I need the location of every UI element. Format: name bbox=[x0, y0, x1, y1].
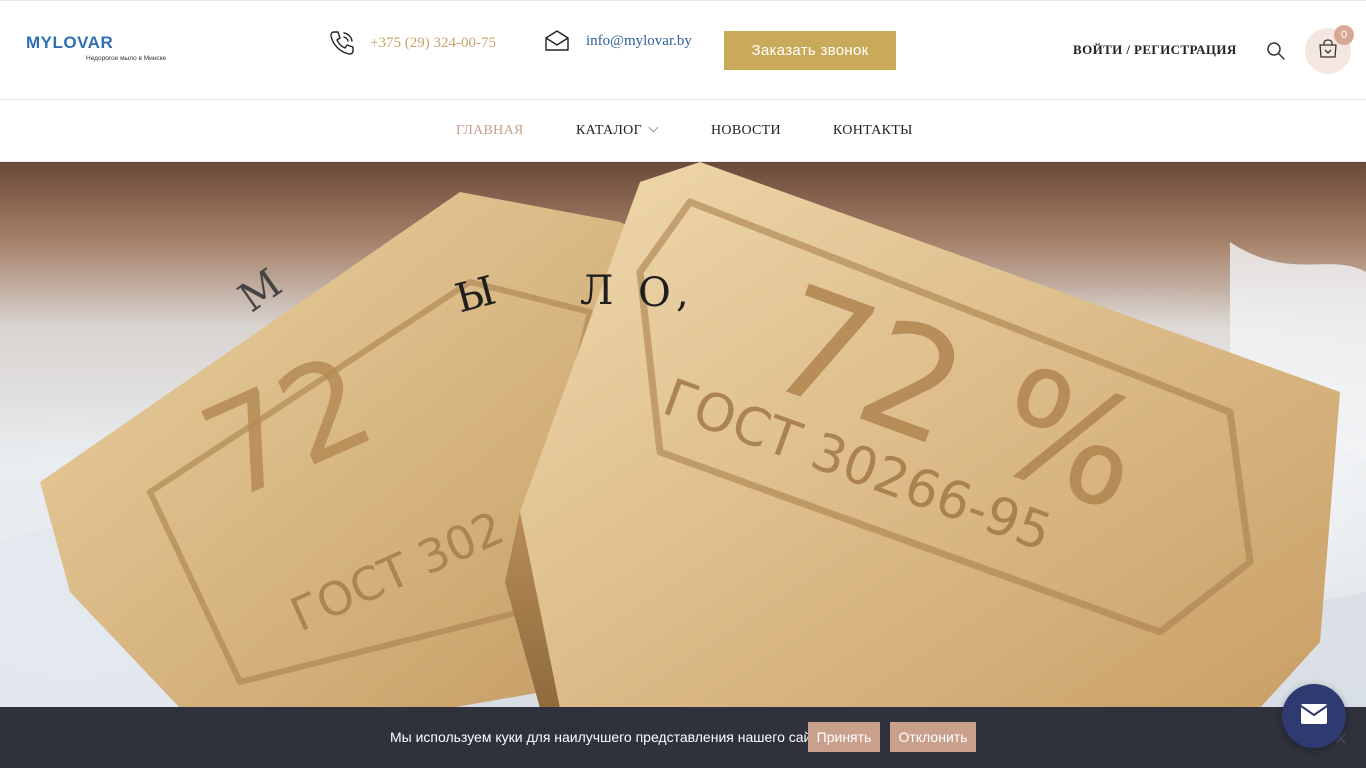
logo-title: MYLOVAR bbox=[26, 33, 114, 52]
nav-item-catalog-label: КАТАЛОГ bbox=[576, 123, 642, 138]
email-address[interactable]: info@mylovar.by bbox=[586, 33, 692, 50]
login-register-link[interactable]: ВОЙТИ / РЕГИСТРАЦИЯ bbox=[1073, 42, 1237, 58]
hero-banner: 72 ГОСТ 302 72 % ГОСТ 30266-95 М Ы Л О , bbox=[0, 162, 1366, 708]
nav-item-contacts[interactable]: КОНТАКТЫ bbox=[833, 123, 913, 139]
cart-count-badge: 0 bbox=[1334, 25, 1354, 45]
nav-item-home[interactable]: ГЛАВНАЯ bbox=[456, 123, 524, 139]
nav-item-news[interactable]: НОВОСТИ bbox=[711, 123, 781, 139]
cart-icon bbox=[1318, 38, 1338, 64]
site-header: MYLOVAR Недорогое мыло в Минске +375 (29… bbox=[0, 0, 1366, 100]
hero-soap-image: 72 ГОСТ 302 72 % ГОСТ 30266-95 bbox=[0, 162, 1366, 708]
phone-number[interactable]: +375 (29) 324-00-75 bbox=[370, 35, 496, 52]
order-call-button[interactable]: Заказать звонок bbox=[724, 31, 896, 70]
cookie-text: Мы используем куки для наилучшего предст… bbox=[390, 729, 830, 745]
search-icon[interactable] bbox=[1266, 41, 1286, 66]
cookie-banner: Мы используем куки для наилучшего предст… bbox=[0, 707, 1366, 768]
logo-subtitle: Недорогое мыло в Минске bbox=[86, 55, 167, 62]
hero-letter-4: О bbox=[638, 270, 671, 316]
chevron-down-icon bbox=[648, 122, 659, 133]
cookie-decline-button[interactable]: Отклонить bbox=[890, 722, 976, 752]
phone-icon bbox=[328, 29, 356, 57]
envelope-icon bbox=[1300, 703, 1328, 730]
mail-icon bbox=[544, 29, 570, 53]
contact-widget-button[interactable] bbox=[1282, 684, 1346, 748]
phone-contact[interactable]: +375 (29) 324-00-75 bbox=[328, 29, 496, 57]
cookie-accept-button[interactable]: Принять bbox=[808, 722, 880, 752]
main-navigation: ГЛАВНАЯ КАТАЛОГ НОВОСТИ КОНТАКТЫ bbox=[0, 101, 1366, 162]
nav-item-catalog[interactable]: КАТАЛОГ bbox=[576, 122, 659, 139]
hero-letter-3: Л bbox=[580, 268, 614, 314]
email-contact[interactable]: info@mylovar.by bbox=[544, 29, 692, 53]
hero-letter-5: , bbox=[676, 270, 689, 316]
site-logo[interactable]: MYLOVAR Недорогое мыло в Минске bbox=[26, 33, 166, 62]
